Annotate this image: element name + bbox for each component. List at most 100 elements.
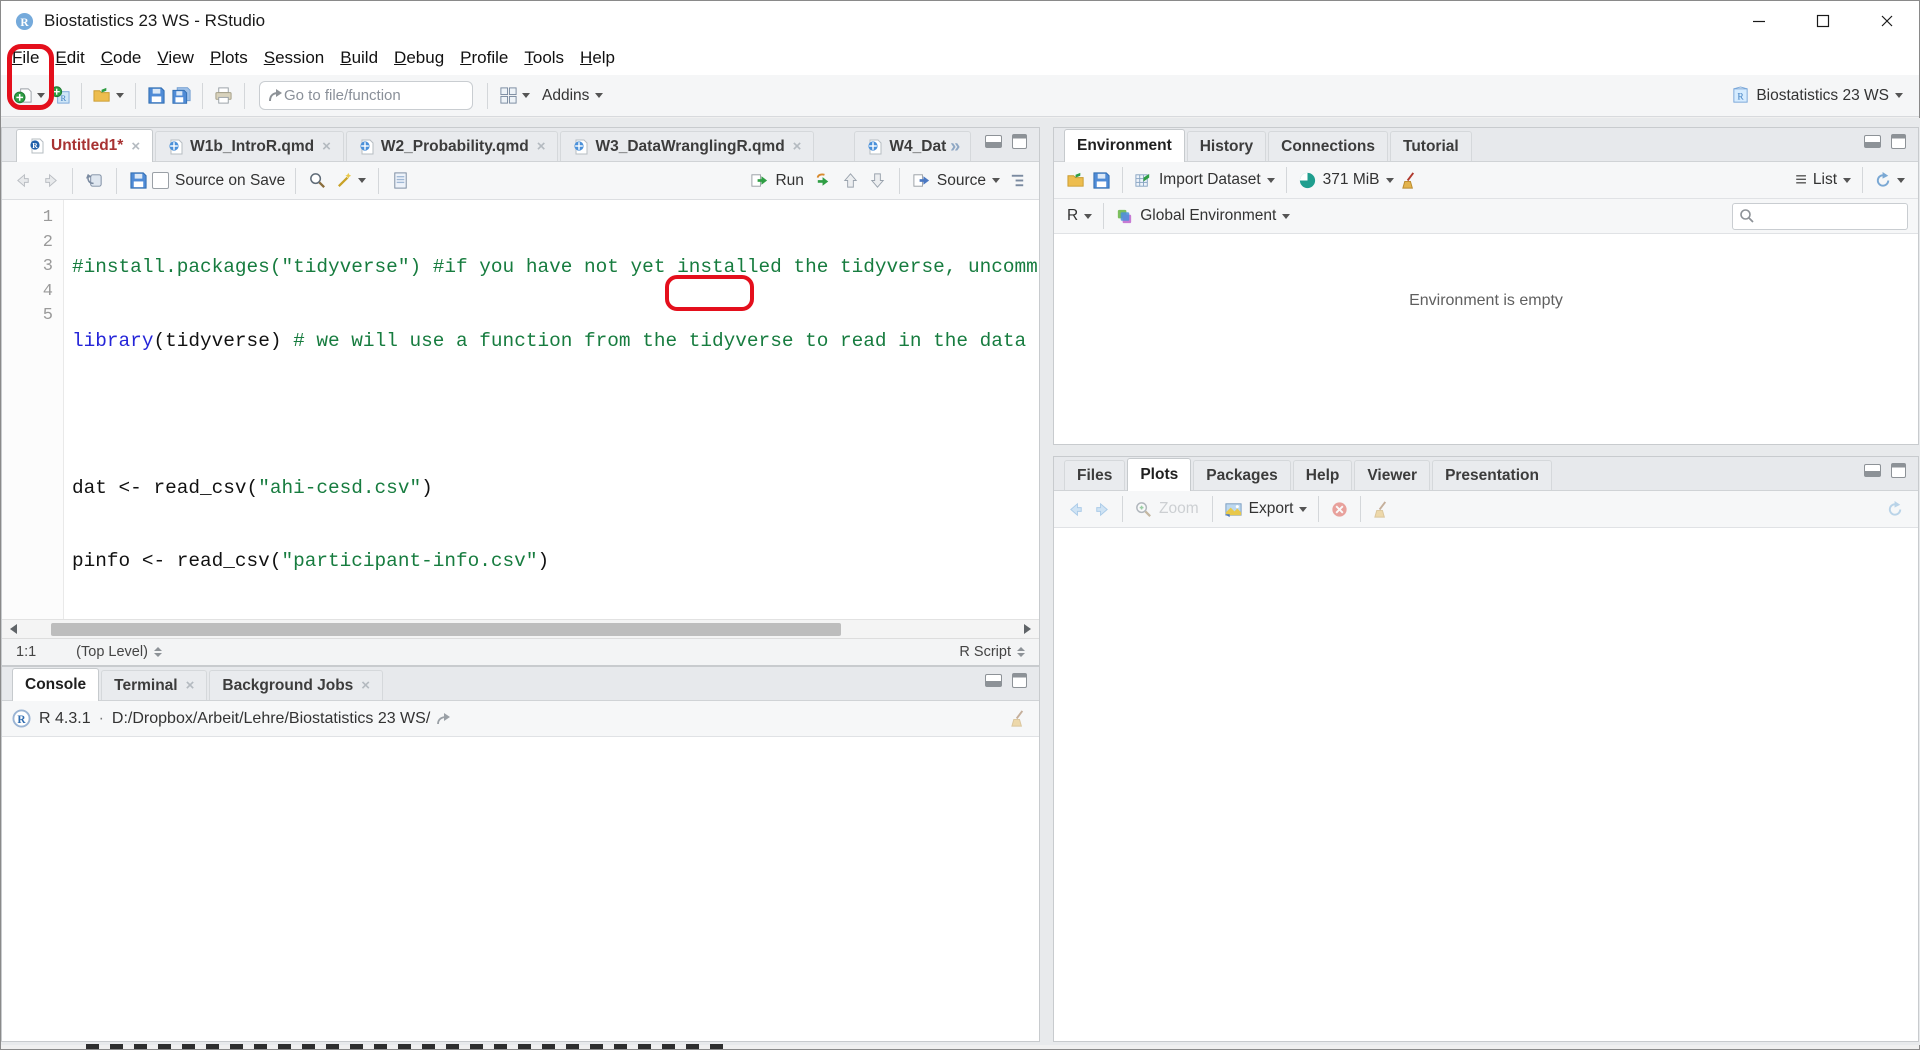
rerun-button[interactable] — [810, 168, 837, 193]
tab-presentation[interactable]: Presentation — [1432, 460, 1552, 490]
tab-environment[interactable]: Environment — [1064, 129, 1185, 162]
project-menu-button[interactable]: R Biostatistics 23 WS — [1725, 82, 1909, 109]
zoom-plot-button[interactable]: Zoom — [1131, 496, 1204, 523]
tab-history[interactable]: History — [1187, 131, 1266, 161]
tab-tutorial[interactable]: Tutorial — [1390, 131, 1472, 161]
menu-build[interactable]: Build — [332, 44, 386, 72]
refresh-plots-button[interactable] — [1883, 496, 1908, 523]
addins-button[interactable]: Addins — [533, 83, 606, 109]
previous-plot-button[interactable] — [1064, 496, 1089, 523]
r-version-label[interactable]: R 4.3.1 — [39, 710, 91, 728]
open-in-new-window-button[interactable] — [81, 168, 108, 193]
menu-help[interactable]: Help — [572, 44, 623, 72]
tab-w2-probability[interactable]: W2_Probability.qmd × — [346, 131, 559, 161]
clear-environment-button[interactable] — [1397, 167, 1422, 194]
close-tab-icon[interactable]: × — [793, 138, 802, 155]
global-environment-button[interactable]: Global Environment — [1112, 203, 1293, 230]
goto-file-input[interactable] — [284, 87, 454, 104]
go-next-section-button[interactable] — [864, 168, 891, 193]
menu-session[interactable]: Session — [256, 44, 332, 72]
tab-w4-truncated[interactable]: W4_Dat » — [854, 131, 971, 161]
scroll-left-icon[interactable] — [10, 624, 17, 634]
forward-button[interactable] — [37, 168, 64, 193]
menu-file[interactable]: File — [4, 44, 47, 72]
list-view-button[interactable]: ≡ List — [1792, 166, 1854, 194]
menu-plots[interactable]: Plots — [202, 44, 256, 72]
source-button[interactable]: Source — [908, 168, 1004, 193]
run-button[interactable]: Run — [746, 168, 809, 193]
tab-w1b-intror[interactable]: W1b_IntroR.qmd × — [155, 131, 344, 161]
scope-stepper-icon[interactable] — [154, 647, 162, 657]
back-button[interactable] — [10, 168, 37, 193]
maximize-pane-icon[interactable] — [1891, 463, 1906, 478]
menu-tools[interactable]: Tools — [516, 44, 572, 72]
pane-layout-button[interactable] — [496, 82, 533, 109]
document-outline-button[interactable] — [1004, 168, 1031, 193]
remove-plot-button[interactable] — [1327, 496, 1352, 523]
go-previous-section-button[interactable] — [837, 168, 864, 193]
source-on-save-checkbox[interactable] — [152, 172, 169, 189]
tab-plots[interactable]: Plots — [1127, 458, 1191, 491]
menu-code[interactable]: Code — [93, 44, 150, 72]
environment-search-input[interactable] — [1759, 208, 1899, 224]
next-plot-button[interactable] — [1089, 496, 1114, 523]
working-directory-path[interactable]: D:/Dropbox/Arbeit/Lehre/Biostatistics 23… — [112, 710, 430, 728]
tab-console[interactable]: Console — [12, 668, 99, 701]
scroll-right-icon[interactable] — [1024, 624, 1031, 634]
print-button[interactable] — [211, 82, 236, 109]
menu-debug[interactable]: Debug — [386, 44, 452, 72]
tab-untitled1[interactable]: R Untitled1* × — [16, 129, 153, 162]
new-project-button[interactable]: R — [48, 82, 73, 109]
maximize-pane-icon[interactable] — [1012, 673, 1027, 688]
scrollbar-thumb[interactable] — [51, 623, 841, 636]
tab-files[interactable]: Files — [1064, 460, 1125, 490]
save-workspace-button[interactable] — [1089, 167, 1114, 194]
code-tools-button[interactable] — [331, 168, 370, 193]
close-tab-icon[interactable]: × — [131, 138, 140, 155]
console-output[interactable] — [2, 737, 1039, 1041]
horizontal-scrollbar[interactable] — [2, 619, 1039, 638]
find-replace-button[interactable] — [304, 168, 331, 193]
save-all-button[interactable] — [169, 82, 194, 109]
open-file-button[interactable] — [90, 82, 127, 109]
tab-packages[interactable]: Packages — [1193, 460, 1291, 490]
tab-connections[interactable]: Connections — [1268, 131, 1388, 161]
file-type-stepper-icon[interactable] — [1017, 647, 1025, 657]
close-tab-icon[interactable]: × — [322, 138, 331, 155]
minimize-pane-icon[interactable] — [1864, 135, 1881, 148]
export-plot-button[interactable]: Export — [1221, 496, 1311, 523]
refresh-environment-button[interactable] — [1871, 167, 1908, 194]
close-window-icon[interactable] — [1855, 1, 1919, 41]
save-button[interactable] — [144, 82, 169, 109]
close-tab-icon[interactable]: × — [186, 677, 195, 694]
maximize-window-icon[interactable] — [1791, 1, 1855, 41]
clear-all-plots-button[interactable] — [1369, 496, 1394, 523]
tab-overflow-icon[interactable]: » — [950, 136, 958, 157]
minimize-pane-icon[interactable] — [1864, 464, 1881, 477]
import-dataset-button[interactable]: Import Dataset — [1131, 167, 1278, 194]
minimize-pane-icon[interactable] — [985, 135, 1002, 148]
maximize-pane-icon[interactable] — [1012, 134, 1027, 149]
language-selector-button[interactable]: R — [1064, 203, 1095, 229]
menu-edit[interactable]: Edit — [47, 44, 92, 72]
menu-view[interactable]: View — [149, 44, 202, 72]
menu-profile[interactable]: Profile — [452, 44, 516, 72]
maximize-pane-icon[interactable] — [1891, 134, 1906, 149]
close-tab-icon[interactable]: × — [537, 138, 546, 155]
code-editor[interactable]: 1 2 3 4 5 #install.packages("tidyverse")… — [2, 200, 1039, 619]
file-type-selector[interactable]: R Script — [959, 644, 1011, 660]
minimize-window-icon[interactable] — [1727, 1, 1791, 41]
save-source-button[interactable] — [125, 168, 152, 193]
clear-console-button[interactable] — [1010, 709, 1029, 728]
new-file-button[interactable] — [11, 82, 48, 109]
minimize-pane-icon[interactable] — [985, 674, 1002, 687]
goto-directory-icon[interactable] — [436, 711, 452, 727]
memory-usage-button[interactable]: 371 MiB — [1295, 167, 1397, 194]
tab-viewer[interactable]: Viewer — [1354, 460, 1430, 490]
load-workspace-button[interactable] — [1064, 167, 1089, 194]
tab-terminal[interactable]: Terminal × — [101, 670, 207, 700]
compile-report-button[interactable] — [387, 168, 414, 193]
tab-help[interactable]: Help — [1293, 460, 1353, 490]
scope-selector[interactable]: (Top Level) — [76, 644, 148, 660]
tab-background-jobs[interactable]: Background Jobs × — [209, 670, 383, 700]
